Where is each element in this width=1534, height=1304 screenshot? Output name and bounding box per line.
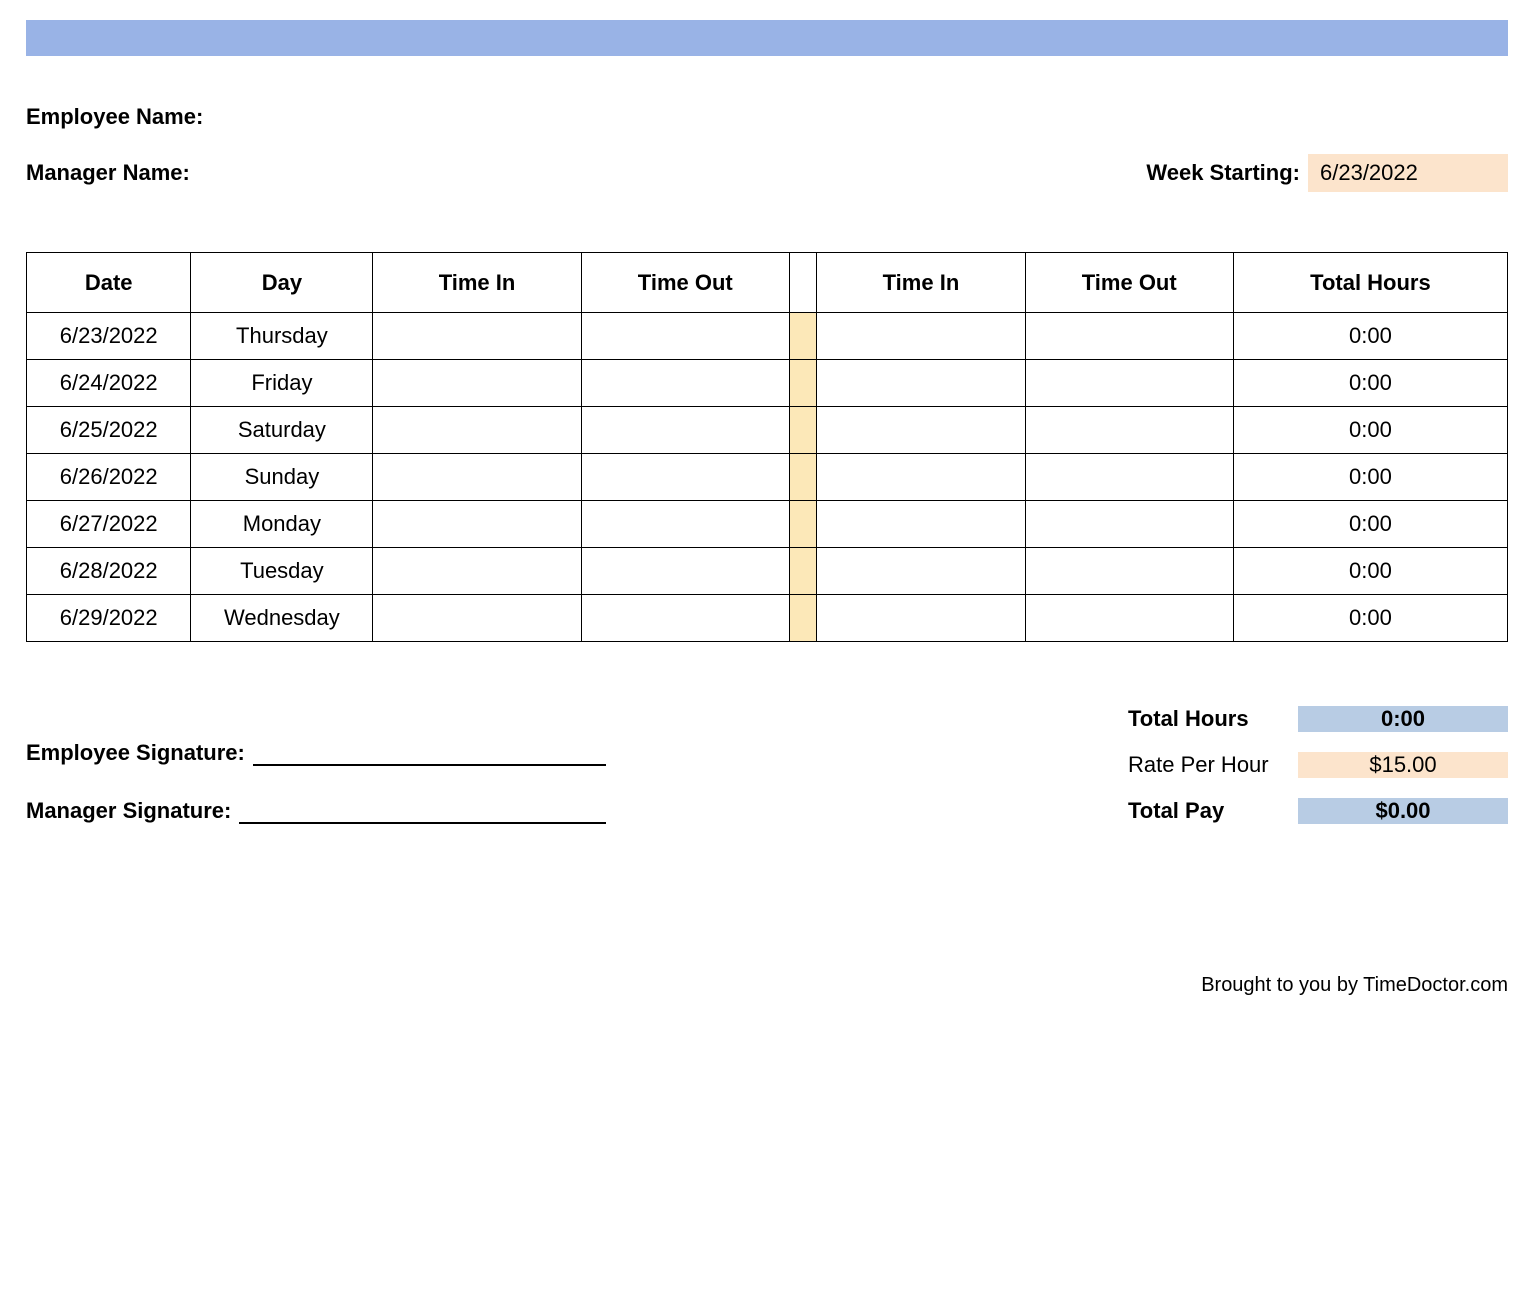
cell-time-out-1[interactable] bbox=[581, 313, 789, 360]
total-hours-value: 0:00 bbox=[1298, 706, 1508, 732]
header-time-in-1: Time In bbox=[373, 253, 581, 313]
cell-date: 6/29/2022 bbox=[27, 595, 191, 642]
cell-total: 0:00 bbox=[1233, 407, 1507, 454]
cell-gap bbox=[789, 501, 816, 548]
cell-day: Wednesday bbox=[191, 595, 373, 642]
cell-time-in-2[interactable] bbox=[817, 407, 1025, 454]
cell-total: 0:00 bbox=[1233, 454, 1507, 501]
cell-time-in-2[interactable] bbox=[817, 595, 1025, 642]
cell-total: 0:00 bbox=[1233, 501, 1507, 548]
manager-name-label: Manager Name: bbox=[26, 160, 190, 186]
cell-day: Thursday bbox=[191, 313, 373, 360]
cell-date: 6/27/2022 bbox=[27, 501, 191, 548]
cell-time-out-1[interactable] bbox=[581, 407, 789, 454]
header-time-out-2: Time Out bbox=[1025, 253, 1233, 313]
cell-gap bbox=[789, 548, 816, 595]
total-pay-label: Total Pay bbox=[1128, 798, 1298, 824]
timesheet-table: Date Day Time In Time Out Time In Time O… bbox=[26, 252, 1508, 642]
cell-gap bbox=[789, 454, 816, 501]
totals-block: Total Hours 0:00 Rate Per Hour $15.00 To… bbox=[1128, 696, 1508, 834]
total-hours-label: Total Hours bbox=[1128, 706, 1298, 732]
table-row: 6/28/2022Tuesday 0:00 bbox=[27, 548, 1508, 595]
cell-date: 6/26/2022 bbox=[27, 454, 191, 501]
cell-time-out-2[interactable] bbox=[1025, 501, 1233, 548]
cell-time-in-1[interactable] bbox=[373, 548, 581, 595]
brought-by-text: Brought to you by TimeDoctor.com bbox=[26, 974, 1508, 997]
cell-time-out-2[interactable] bbox=[1025, 595, 1233, 642]
total-pay-value: $0.00 bbox=[1298, 798, 1508, 824]
header-blue-bar bbox=[26, 20, 1508, 56]
cell-time-out-1[interactable] bbox=[581, 501, 789, 548]
cell-time-out-2[interactable] bbox=[1025, 360, 1233, 407]
table-row: 6/29/2022Wednesday 0:00 bbox=[27, 595, 1508, 642]
cell-gap bbox=[789, 360, 816, 407]
rate-per-hour-value[interactable]: $15.00 bbox=[1298, 752, 1508, 778]
cell-time-in-2[interactable] bbox=[817, 454, 1025, 501]
table-row: 6/23/2022Thursday 0:00 bbox=[27, 313, 1508, 360]
manager-signature-label: Manager Signature: bbox=[26, 798, 231, 824]
cell-time-out-1[interactable] bbox=[581, 548, 789, 595]
header-time-out-1: Time Out bbox=[581, 253, 789, 313]
cell-day: Monday bbox=[191, 501, 373, 548]
week-starting-label: Week Starting: bbox=[1146, 160, 1300, 186]
table-row: 6/25/2022Saturday 0:00 bbox=[27, 407, 1508, 454]
header-day: Day bbox=[191, 253, 373, 313]
cell-time-in-1[interactable] bbox=[373, 360, 581, 407]
cell-time-in-2[interactable] bbox=[817, 501, 1025, 548]
cell-day: Sunday bbox=[191, 454, 373, 501]
table-row: 6/24/2022Friday 0:00 bbox=[27, 360, 1508, 407]
cell-total: 0:00 bbox=[1233, 548, 1507, 595]
employee-signature-label: Employee Signature: bbox=[26, 740, 245, 766]
cell-gap bbox=[789, 407, 816, 454]
cell-time-in-2[interactable] bbox=[817, 548, 1025, 595]
table-header-row: Date Day Time In Time Out Time In Time O… bbox=[27, 253, 1508, 313]
header-date: Date bbox=[27, 253, 191, 313]
cell-time-in-1[interactable] bbox=[373, 407, 581, 454]
cell-time-in-1[interactable] bbox=[373, 454, 581, 501]
cell-date: 6/25/2022 bbox=[27, 407, 191, 454]
week-starting-field[interactable]: 6/23/2022 bbox=[1308, 154, 1508, 192]
cell-gap bbox=[789, 595, 816, 642]
cell-time-in-2[interactable] bbox=[817, 313, 1025, 360]
cell-total: 0:00 bbox=[1233, 360, 1507, 407]
rate-per-hour-label: Rate Per Hour bbox=[1128, 752, 1298, 778]
table-row: 6/26/2022Sunday 0:00 bbox=[27, 454, 1508, 501]
table-row: 6/27/2022Monday 0:00 bbox=[27, 501, 1508, 548]
cell-date: 6/23/2022 bbox=[27, 313, 191, 360]
cell-date: 6/28/2022 bbox=[27, 548, 191, 595]
cell-day: Saturday bbox=[191, 407, 373, 454]
footer-section: Employee Signature: Manager Signature: T… bbox=[26, 696, 1508, 854]
cell-time-in-2[interactable] bbox=[817, 360, 1025, 407]
cell-total: 0:00 bbox=[1233, 313, 1507, 360]
cell-gap bbox=[789, 313, 816, 360]
header-time-in-2: Time In bbox=[817, 253, 1025, 313]
manager-signature-line[interactable] bbox=[239, 796, 606, 824]
cell-time-out-1[interactable] bbox=[581, 360, 789, 407]
cell-date: 6/24/2022 bbox=[27, 360, 191, 407]
cell-time-in-1[interactable] bbox=[373, 501, 581, 548]
cell-time-out-2[interactable] bbox=[1025, 407, 1233, 454]
cell-time-out-1[interactable] bbox=[581, 454, 789, 501]
cell-time-out-2[interactable] bbox=[1025, 454, 1233, 501]
cell-time-out-2[interactable] bbox=[1025, 548, 1233, 595]
cell-day: Tuesday bbox=[191, 548, 373, 595]
header-gap bbox=[789, 253, 816, 313]
cell-time-out-2[interactable] bbox=[1025, 313, 1233, 360]
cell-day: Friday bbox=[191, 360, 373, 407]
cell-time-out-1[interactable] bbox=[581, 595, 789, 642]
employee-signature-line[interactable] bbox=[253, 738, 606, 766]
header-section: Employee Name: Manager Name: Week Starti… bbox=[26, 104, 1508, 192]
employee-name-label: Employee Name: bbox=[26, 104, 203, 130]
header-total-hours: Total Hours bbox=[1233, 253, 1507, 313]
cell-total: 0:00 bbox=[1233, 595, 1507, 642]
cell-time-in-1[interactable] bbox=[373, 313, 581, 360]
signatures-block: Employee Signature: Manager Signature: bbox=[26, 696, 606, 854]
cell-time-in-1[interactable] bbox=[373, 595, 581, 642]
